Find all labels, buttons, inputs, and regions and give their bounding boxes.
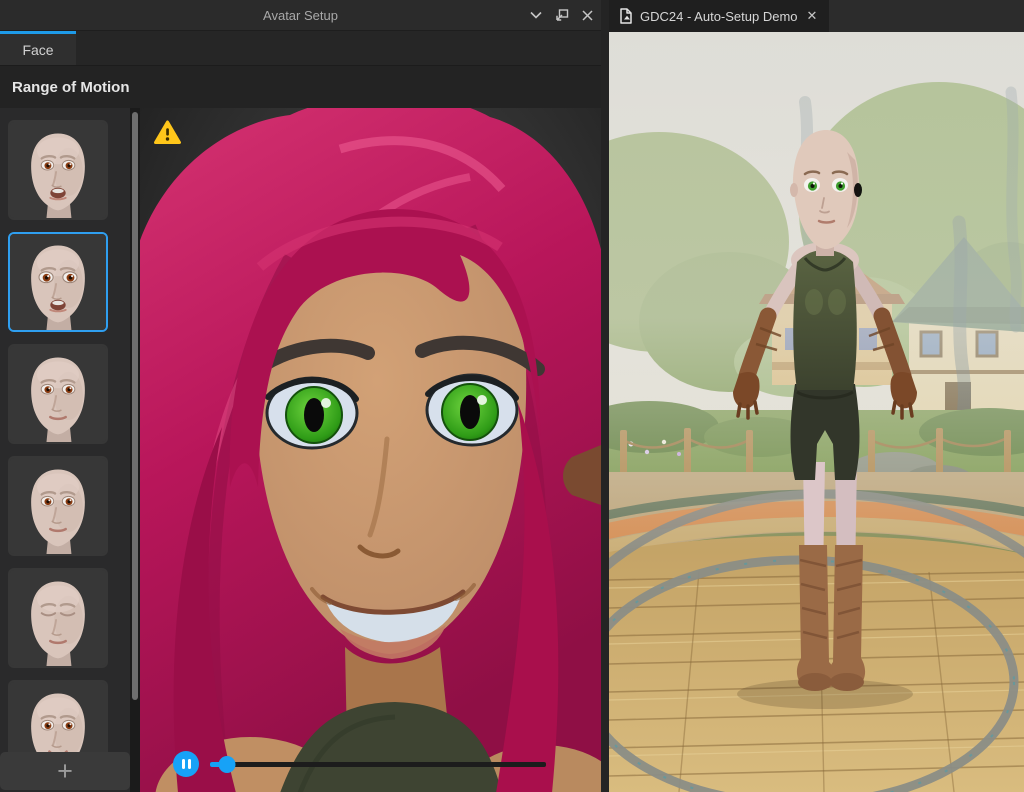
pause-button[interactable] <box>173 751 199 777</box>
face-thumbnail-3-neutral[interactable] <box>8 344 108 444</box>
panel-title: Avatar Setup <box>0 8 601 23</box>
scrollbar-thumb[interactable] <box>132 112 138 700</box>
tab-close-icon[interactable]: ✕ <box>805 7 820 25</box>
slider-track[interactable] <box>210 762 546 767</box>
face-expression-thumbnail <box>10 346 106 442</box>
slider-thumb[interactable] <box>218 756 235 773</box>
expression-thumbnail-list <box>0 108 130 792</box>
panel-resize-divider[interactable] <box>601 0 609 792</box>
avatar-setup-panel: Avatar Setup Face Range of Motion <box>0 0 601 792</box>
face-expression-thumbnail <box>10 570 106 666</box>
close-icon[interactable] <box>582 10 593 21</box>
face-tab-content: Range of Motion <box>0 66 601 792</box>
playback-controls <box>140 750 601 778</box>
thumbnail-scrollbar[interactable] <box>130 108 140 792</box>
face-3d-render <box>140 108 601 792</box>
document-tabbar: GDC24 - Auto-Setup Demo ✕ <box>609 0 1024 32</box>
panel-titlebar: Avatar Setup <box>0 0 601 31</box>
face-thumbnail-5-eyes-closed[interactable] <box>8 568 108 668</box>
add-expression-button[interactable]: + <box>0 752 130 790</box>
studio-window: Avatar Setup Face Range of Motion <box>0 0 1024 792</box>
warning-triangle-icon[interactable] <box>154 120 181 145</box>
timeline-slider[interactable] <box>210 756 546 772</box>
tab-place-document[interactable]: GDC24 - Auto-Setup Demo ✕ <box>609 0 829 32</box>
chevron-down-icon[interactable] <box>530 11 542 19</box>
place-file-icon <box>618 8 633 24</box>
tab-face[interactable]: Face <box>0 31 76 65</box>
face-expression-thumbnail <box>10 234 106 330</box>
face-thumbnail-4-neutral[interactable] <box>8 456 108 556</box>
face-expression-thumbnail <box>10 458 106 554</box>
dock-window-icon[interactable] <box>555 9 569 22</box>
scene-render <box>609 32 1024 792</box>
face-thumbnail-2-wide-eyes[interactable] <box>8 232 108 332</box>
face-thumbnail-1-mouth-open[interactable] <box>8 120 108 220</box>
face-expression-thumbnail <box>10 122 106 218</box>
expression-thumbnail-column: + <box>0 108 130 792</box>
tab-label: GDC24 - Auto-Setup Demo <box>640 9 798 24</box>
viewport-panel: GDC24 - Auto-Setup Demo ✕ <box>609 0 1024 792</box>
face-preview-viewport[interactable] <box>140 108 601 792</box>
section-title: Range of Motion <box>0 66 601 108</box>
panel-tabrow: Face <box>0 31 601 66</box>
3d-viewport[interactable] <box>609 32 1024 792</box>
